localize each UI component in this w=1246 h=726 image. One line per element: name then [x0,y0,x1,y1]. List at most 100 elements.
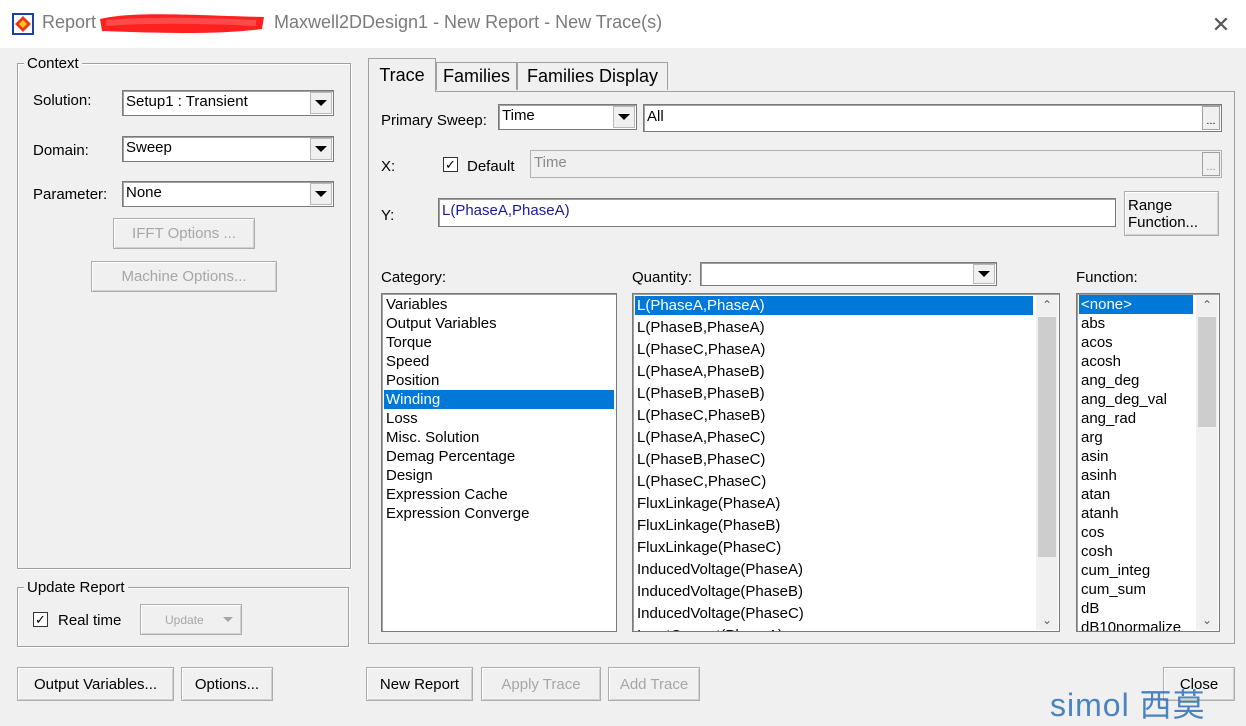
y-expression-value: L(PhaseA,PhaseA) [442,202,570,219]
default-checkbox[interactable]: ✓ [443,157,458,172]
category-item[interactable]: Misc. Solution [384,428,614,447]
function-item[interactable]: asinh [1079,466,1193,485]
quantity-filter-select[interactable] [700,262,997,286]
tab-trace[interactable]: Trace [368,58,436,92]
dropdown-arrow-icon [223,617,233,622]
function-item[interactable]: ang_rad [1079,409,1193,428]
quantity-item[interactable]: L(PhaseC,PhaseC) [635,472,1033,491]
category-item[interactable]: Variables [384,295,614,314]
quantity-scrollbar[interactable]: ⌃ ⌄ [1036,295,1058,630]
quantity-item[interactable]: FluxLinkage(PhaseC) [635,538,1033,557]
primary-sweep-ellipsis-button[interactable]: ... [1202,106,1220,130]
function-item[interactable]: ang_deg [1079,371,1193,390]
update-button[interactable]: Update [140,604,242,635]
quantity-item[interactable]: L(PhaseA,PhaseB) [635,362,1033,381]
category-item[interactable]: Expression Converge [384,504,614,523]
quantity-label: Quantity: [632,269,693,286]
scroll-up-icon[interactable]: ⌃ [1036,295,1058,315]
category-item[interactable]: Output Variables [384,314,614,333]
category-item[interactable]: Torque [384,333,614,352]
scroll-down-icon[interactable]: ⌄ [1196,610,1218,630]
primary-sweep-label: Primary Sweep: [381,112,487,129]
parameter-select[interactable]: None [122,181,334,207]
category-list[interactable]: Expression Converge Expression Cache Desig… [381,293,617,632]
category-item[interactable]: Position [384,371,614,390]
function-item[interactable]: arg [1079,428,1193,447]
function-scrollbar[interactable]: ⌃ ⌄ [1196,295,1218,630]
function-item[interactable]: abs [1079,314,1193,333]
apply-trace-button[interactable]: Apply Trace [481,667,601,701]
function-item[interactable]: cum_integ [1079,561,1193,580]
x-ellipsis-button[interactable]: ... [1202,152,1220,176]
solution-select[interactable]: Setup1 : Transient [122,90,334,116]
function-list[interactable]: dB10normalize dB cum_sum cum_integ cosh cos at… [1076,293,1220,632]
parameter-label: Parameter: [33,186,108,203]
category-item[interactable]: Loss [384,409,614,428]
function-item[interactable]: acosh [1079,352,1193,371]
quantity-list[interactable]: InputCurrent(PhaseA) InducedVoltage(Phase… [632,293,1060,632]
quantity-item[interactable]: InducedVoltage(PhaseB) [635,582,1033,601]
update-report-legend: Update Report [24,579,128,596]
function-item[interactable]: dB10normalize [1079,618,1193,631]
realtime-checkbox[interactable]: ✓ [33,612,48,627]
chevron-down-icon[interactable] [613,106,635,128]
function-item[interactable]: atan [1079,485,1193,504]
quantity-item[interactable]: L(PhaseC,PhaseA) [635,340,1033,359]
ifft-options-button[interactable]: IFFT Options ... [113,218,255,249]
tab-families[interactable]: Families [436,62,517,90]
primary-sweep-range-field[interactable]: All [643,104,1222,132]
function-item[interactable]: cos [1079,523,1193,542]
function-item[interactable]: ang_deg_val [1079,390,1193,409]
category-item[interactable]: Speed [384,352,614,371]
category-item[interactable]: Expression Cache [384,485,614,504]
tab-families-display[interactable]: Families Display [517,62,668,90]
chevron-down-icon[interactable] [310,138,332,160]
y-expression-field[interactable]: L(PhaseA,PhaseA) [438,198,1116,227]
quantity-item[interactable]: InducedVoltage(PhaseA) [635,560,1033,579]
primary-sweep-value: Time [502,107,535,124]
quantity-item[interactable]: L(PhaseB,PhaseA) [635,318,1033,337]
quantity-item[interactable]: L(PhaseA,PhaseA) [635,296,1033,315]
range-function-button[interactable]: Range Function... [1124,191,1219,236]
function-item[interactable]: acos [1079,333,1193,352]
function-scroll-thumb[interactable] [1198,317,1216,427]
chevron-down-icon[interactable] [310,92,332,114]
quantity-item[interactable]: FluxLinkage(PhaseA) [635,494,1033,513]
category-item[interactable]: Demag Percentage [384,447,614,466]
solution-label: Solution: [33,92,92,109]
parameter-value: None [126,184,162,201]
quantity-item[interactable]: L(PhaseB,PhaseC) [635,450,1033,469]
domain-select[interactable]: Sweep [122,136,334,162]
domain-value: Sweep [126,139,172,156]
quantity-item[interactable]: L(PhaseB,PhaseB) [635,384,1033,403]
primary-sweep-range-value: All [647,108,664,125]
quantity-item[interactable]: L(PhaseA,PhaseC) [635,428,1033,447]
function-item[interactable]: cosh [1079,542,1193,561]
category-item[interactable]: Design [384,466,614,485]
scroll-down-icon[interactable]: ⌄ [1036,610,1058,630]
chevron-down-icon[interactable] [310,183,332,205]
quantity-item[interactable]: InducedVoltage(PhaseC) [635,604,1033,623]
function-item[interactable]: cum_sum [1079,580,1193,599]
output-variables-button[interactable]: Output Variables... [17,667,174,701]
window-title-left: Report [42,12,97,32]
options-button[interactable]: Options... [181,667,273,701]
quantity-item[interactable]: L(PhaseC,PhaseB) [635,406,1033,425]
close-window-icon[interactable]: ✕ [1206,10,1236,40]
scroll-up-icon[interactable]: ⌃ [1196,295,1218,315]
new-report-button[interactable]: New Report [366,667,473,701]
primary-sweep-select[interactable]: Time [498,104,637,130]
function-item[interactable]: atanh [1079,504,1193,523]
function-item[interactable]: asin [1079,447,1193,466]
x-expression-field[interactable]: Time [530,150,1222,178]
quantity-scroll-thumb[interactable] [1038,317,1056,557]
function-item[interactable]: <none> [1079,295,1193,314]
machine-options-button[interactable]: Machine Options... [91,261,277,292]
chevron-down-icon[interactable] [973,264,995,284]
function-item[interactable]: dB [1079,599,1193,618]
quantity-item[interactable]: InputCurrent(PhaseA) [635,626,1033,631]
add-trace-button[interactable]: Add Trace [608,667,700,701]
realtime-label: Real time [58,612,122,629]
quantity-item[interactable]: FluxLinkage(PhaseB) [635,516,1033,535]
category-item[interactable]: Winding [384,390,614,409]
